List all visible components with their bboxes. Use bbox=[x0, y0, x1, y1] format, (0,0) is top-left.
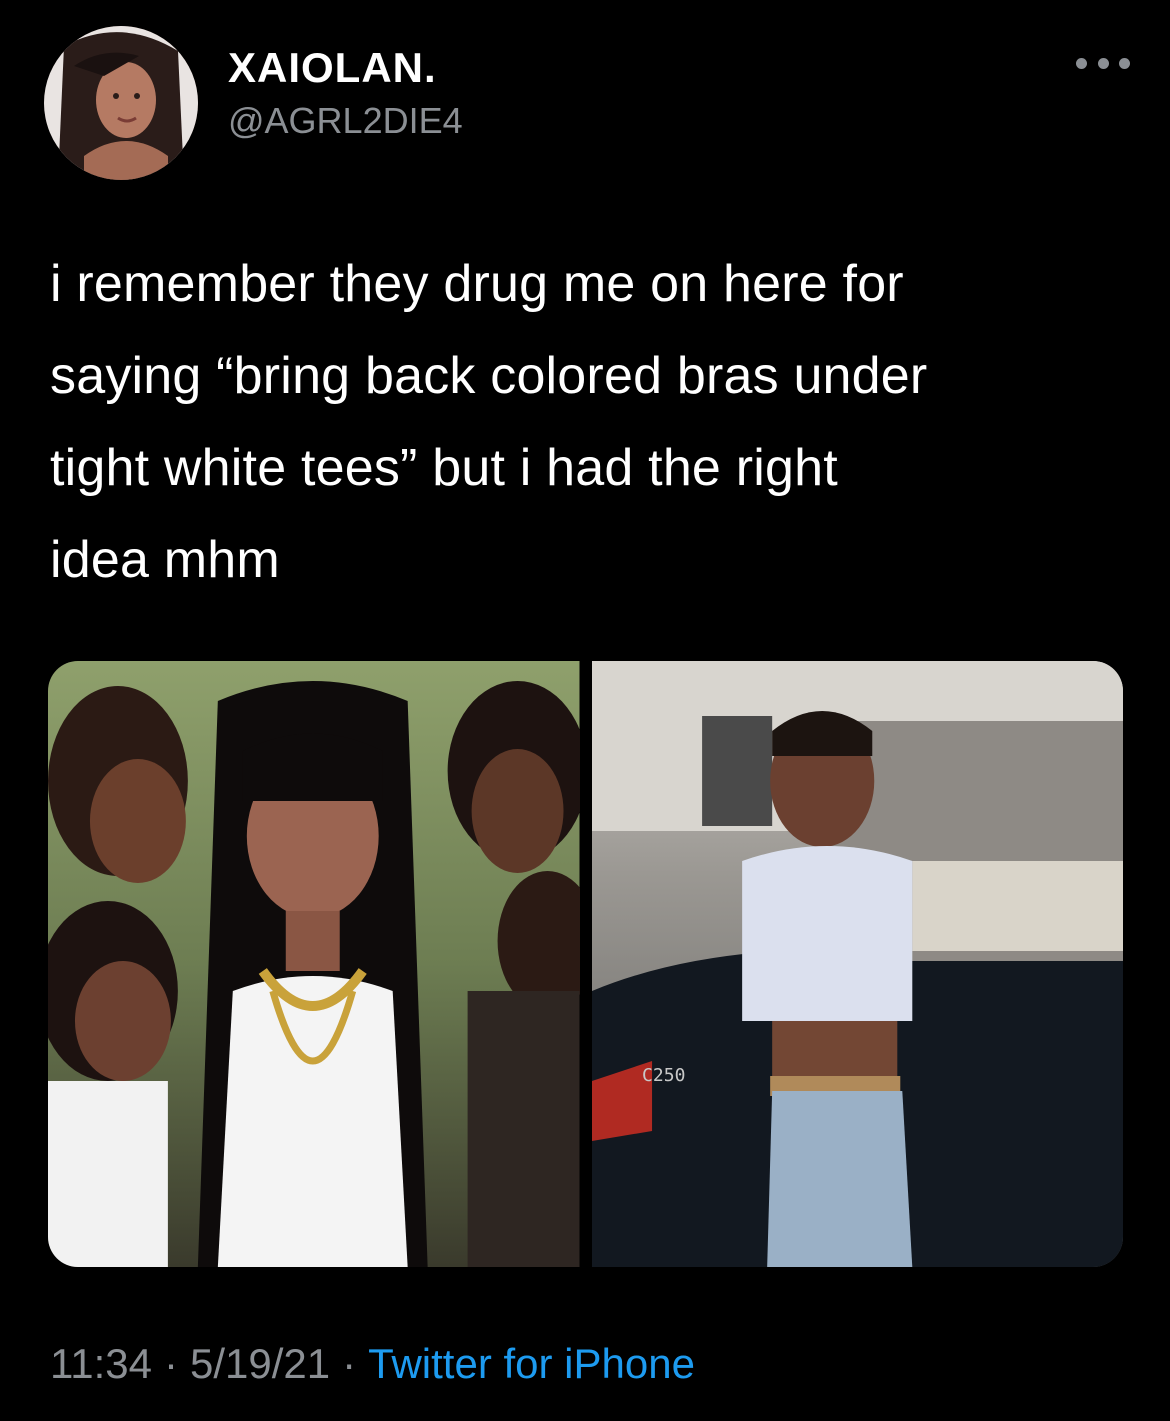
media-photo-left[interactable] bbox=[48, 661, 580, 1267]
user-handle[interactable]: @AGRL2DIE4 bbox=[228, 100, 463, 142]
tweet-source-link[interactable]: Twitter for iPhone bbox=[368, 1340, 695, 1387]
more-dot bbox=[1097, 57, 1109, 69]
media-grid: C250 bbox=[48, 661, 1123, 1267]
tweet-text: i remember they drug me on here for sayi… bbox=[50, 238, 1130, 606]
meta-separator: · bbox=[164, 1340, 178, 1387]
avatar[interactable] bbox=[44, 26, 198, 180]
tweet-text-line: i remember they drug me on here for bbox=[50, 255, 904, 313]
tweet-time: 11:34 bbox=[50, 1340, 152, 1387]
display-name[interactable]: XAIOLAN. bbox=[228, 44, 437, 92]
more-options-icon[interactable] bbox=[1076, 48, 1130, 78]
tweet-text-line: tight white tees” but i had the right bbox=[50, 439, 838, 497]
more-dot bbox=[1119, 57, 1130, 69]
tweet-date: 5/19/21 bbox=[190, 1340, 331, 1387]
tweet: XAIOLAN. @AGRL2DIE4 i remember they drug… bbox=[0, 0, 1170, 1421]
group-photo-icon bbox=[48, 661, 580, 1267]
car-badge: C250 bbox=[642, 1065, 685, 1086]
more-dot bbox=[1076, 57, 1087, 69]
media-photo-right[interactable]: C250 bbox=[591, 661, 1123, 1267]
meta-separator: · bbox=[342, 1340, 357, 1387]
profile-photo-icon bbox=[44, 26, 198, 180]
tweet-text-line: idea mhm bbox=[50, 531, 280, 589]
tweet-meta: 11:34 · 5/19/21 · Twitter for iPhone bbox=[50, 1340, 695, 1388]
tweet-text-line: saying “bring back colored bras under bbox=[50, 347, 928, 405]
car-photo-icon: C250 bbox=[591, 661, 1123, 1267]
